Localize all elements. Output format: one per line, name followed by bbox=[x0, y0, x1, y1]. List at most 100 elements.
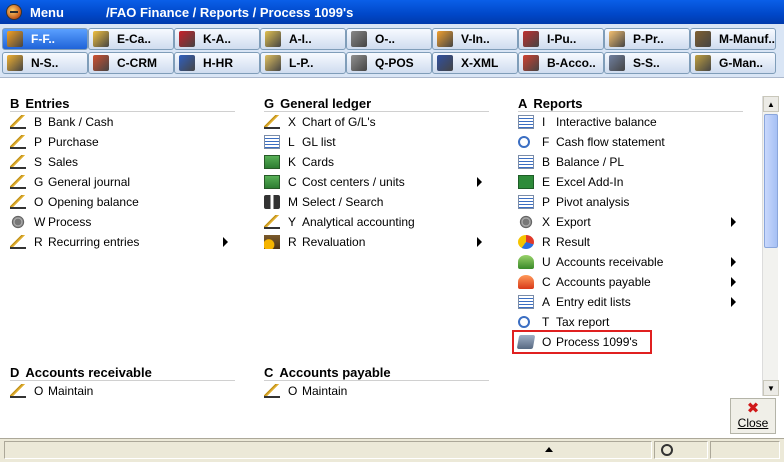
payable-icon bbox=[518, 275, 534, 289]
toolbar-button-1-9[interactable]: M-Manuf.. bbox=[690, 28, 776, 50]
menu-item-maintain[interactable]: O Maintain bbox=[10, 381, 240, 401]
menu-item-interactive-balance[interactable]: I Interactive balance bbox=[518, 112, 748, 132]
scroll-up-button[interactable]: ▲ bbox=[763, 96, 779, 112]
scroll-thumb[interactable] bbox=[764, 114, 778, 248]
toolbar-button-1-2[interactable]: E-Ca.. bbox=[88, 28, 174, 50]
title-bar: Menu /FAO Finance / Reports / Process 10… bbox=[0, 0, 784, 24]
user-icon[interactable] bbox=[661, 444, 673, 456]
menu-item-pivot-analysis[interactable]: P Pivot analysis bbox=[518, 192, 748, 212]
pos-icon bbox=[351, 55, 367, 71]
section-title: General ledger bbox=[280, 95, 372, 111]
vertical-scrollbar[interactable]: ▲ ▼ bbox=[762, 96, 779, 396]
menu-item-key: G bbox=[34, 175, 44, 189]
app-globe-icon[interactable] bbox=[6, 4, 22, 20]
toolbar-button-1-5[interactable]: O-.. bbox=[346, 28, 432, 50]
accounts-icon bbox=[179, 31, 195, 47]
menu-item-general-journal[interactable]: G General journal bbox=[10, 172, 240, 192]
toolbar-button-label: O-.. bbox=[375, 32, 395, 46]
close-button[interactable]: ✖ Close bbox=[730, 398, 776, 434]
toolbar-button-label: X-XML bbox=[461, 56, 499, 70]
menu-item-process[interactable]: W Process bbox=[10, 212, 240, 232]
pen-icon bbox=[10, 155, 26, 169]
menu-item-bank-cash[interactable]: B Bank / Cash bbox=[10, 112, 240, 132]
menu-item-label: Excel Add-In bbox=[556, 175, 624, 189]
menu-item-process-1099-s[interactable]: O Process 1099's bbox=[512, 330, 652, 354]
process-icon bbox=[516, 335, 536, 349]
menu-item-key: K bbox=[288, 155, 297, 169]
menu-item-export[interactable]: X Export bbox=[518, 212, 748, 232]
menu-item-label: Revaluation bbox=[302, 235, 366, 249]
menu-item-accounts-payable[interactable]: C Accounts payable bbox=[518, 272, 748, 292]
hr-icon bbox=[179, 55, 195, 71]
toolbar-button-1-7[interactable]: I-Pu.. bbox=[518, 28, 604, 50]
section-accounts-receivable: D Accounts receivable O Maintain bbox=[10, 365, 240, 401]
toolbar-button-2-2[interactable]: C-CRM bbox=[88, 52, 174, 74]
toolbar-button-2-1[interactable]: N-S.. bbox=[2, 52, 88, 74]
menu-item-key: I bbox=[542, 115, 546, 129]
toolbar-button-2-6[interactable]: X-XML bbox=[432, 52, 518, 74]
cash-icon bbox=[93, 31, 109, 47]
menu-item-recurring-entries[interactable]: R Recurring entries bbox=[10, 232, 240, 252]
menu-item-label: Chart of G/L's bbox=[302, 115, 376, 129]
toolbar-button-2-4[interactable]: L-P.. bbox=[260, 52, 346, 74]
select-icon bbox=[264, 195, 280, 209]
menu-item-key: M bbox=[288, 195, 298, 209]
status-pane-main bbox=[4, 441, 652, 459]
close-icon: ✖ bbox=[746, 400, 760, 417]
menu-item-cards[interactable]: K Cards bbox=[264, 152, 494, 172]
toolbar-button-label: K-A.. bbox=[203, 32, 231, 46]
menu-item-cost-centers-units[interactable]: C Cost centers / units bbox=[264, 172, 494, 192]
pen-icon bbox=[264, 215, 280, 229]
menu-item-entry-edit-lists[interactable]: A Entry edit lists bbox=[518, 292, 748, 312]
scroll-down-button[interactable]: ▼ bbox=[763, 380, 779, 396]
menu-item-analytical-accounting[interactable]: Y Analytical accounting bbox=[264, 212, 494, 232]
section-heading: C Accounts payable bbox=[264, 365, 489, 381]
toolbar-button-2-9[interactable]: G-Man.. bbox=[690, 52, 776, 74]
menu-item-label: Select / Search bbox=[302, 195, 384, 209]
toolbar-button-2-8[interactable]: S-S.. bbox=[604, 52, 690, 74]
collapse-up-icon[interactable] bbox=[545, 447, 553, 452]
menu-label[interactable]: Menu bbox=[30, 5, 100, 20]
menu-item-label: Accounts receivable bbox=[556, 255, 664, 269]
toolbar-button-2-7[interactable]: B-Acco.. bbox=[518, 52, 604, 74]
status-bar bbox=[0, 438, 784, 462]
menu-item-excel-add-in[interactable]: E Excel Add-In bbox=[518, 172, 748, 192]
breadcrumb: /FAO Finance / Reports / Process 1099's bbox=[106, 4, 354, 20]
toolbar-button-label: B-Acco.. bbox=[547, 56, 596, 70]
menu-panel: B Entries B Bank / Cash P Purchase S Sales G Gene… bbox=[0, 88, 762, 398]
menu-item-opening-balance[interactable]: O Opening balance bbox=[10, 192, 240, 212]
menu-item-gl-list[interactable]: L GL list bbox=[264, 132, 494, 152]
toolbar-button-1-1[interactable]: F-F.. bbox=[2, 28, 88, 50]
menu-item-key: O bbox=[542, 335, 552, 349]
toolbar-button-2-3[interactable]: H-HR bbox=[174, 52, 260, 74]
menu-item-cash-flow-statement[interactable]: F Cash flow statement bbox=[518, 132, 748, 152]
menu-item-key: C bbox=[542, 275, 551, 289]
submenu-arrow-icon bbox=[731, 277, 736, 287]
menu-item-purchase[interactable]: P Purchase bbox=[10, 132, 240, 152]
menu-item-tax-report[interactable]: T Tax report bbox=[518, 312, 748, 332]
menu-item-accounts-receivable[interactable]: U Accounts receivable bbox=[518, 252, 748, 272]
menu-item-revaluation[interactable]: R Revaluation bbox=[264, 232, 494, 252]
menu-item-key: T bbox=[542, 315, 550, 329]
section-heading: A Reports bbox=[518, 96, 743, 112]
menu-item-result[interactable]: R Result bbox=[518, 232, 748, 252]
pen-icon bbox=[264, 115, 280, 129]
section-key: D bbox=[10, 364, 20, 380]
menu-item-label: Pivot analysis bbox=[556, 195, 630, 209]
order-icon bbox=[351, 31, 367, 47]
menu-item-label: Sales bbox=[48, 155, 79, 169]
menu-item-label: Interactive balance bbox=[556, 115, 657, 129]
toolbar-button-2-5[interactable]: Q-POS bbox=[346, 52, 432, 74]
toolbar-button-1-4[interactable]: A-I.. bbox=[260, 28, 346, 50]
menu-item-select-search[interactable]: M Select / Search bbox=[264, 192, 494, 212]
pen-icon bbox=[10, 384, 26, 398]
toolbar-button-1-8[interactable]: P-Pr.. bbox=[604, 28, 690, 50]
menu-item-maintain[interactable]: O Maintain bbox=[264, 381, 494, 401]
menu-item-chart-of-g-l-s[interactable]: X Chart of G/L's bbox=[264, 112, 494, 132]
menu-item-balance-pl[interactable]: B Balance / PL bbox=[518, 152, 748, 172]
toolbar-button-1-3[interactable]: K-A.. bbox=[174, 28, 260, 50]
toolbar-button-1-6[interactable]: V-In.. bbox=[432, 28, 518, 50]
menu-item-sales[interactable]: S Sales bbox=[10, 152, 240, 172]
section-heading: G General ledger bbox=[264, 96, 489, 112]
toolbar-button-label: I-Pu.. bbox=[547, 32, 577, 46]
